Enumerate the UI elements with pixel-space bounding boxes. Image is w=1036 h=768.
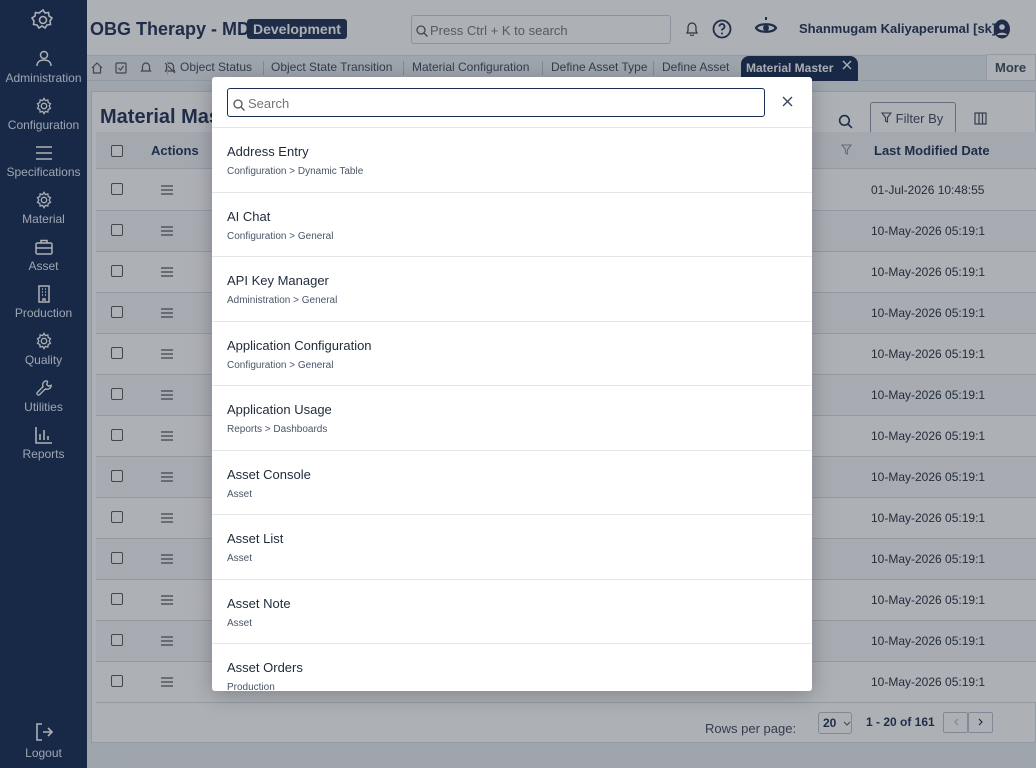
result-path: Asset bbox=[227, 617, 253, 629]
result-title: API Key Manager bbox=[227, 273, 329, 288]
search-result-item[interactable]: Asset Orders Production bbox=[212, 644, 812, 691]
result-title: AI Chat bbox=[227, 208, 271, 224]
result-title: Address Entry bbox=[227, 144, 309, 159]
result-path: Asset bbox=[227, 553, 253, 564]
result-path: Reports > Dashboards bbox=[227, 424, 328, 435]
close-icon[interactable] bbox=[782, 96, 793, 107]
result-path: Configuration > General bbox=[227, 230, 334, 242]
result-path: Administration > General bbox=[227, 295, 338, 306]
modal-search[interactable] bbox=[227, 88, 765, 117]
search-result-item[interactable]: Application Configuration Configuration >… bbox=[212, 322, 812, 386]
modal-search-input[interactable] bbox=[248, 93, 748, 113]
search-result-item[interactable]: Asset List Asset bbox=[212, 515, 812, 580]
search-result-item[interactable]: Application Usage Reports > Dashboards bbox=[212, 386, 812, 451]
search-result-item[interactable]: Asset Note Asset bbox=[212, 580, 812, 644]
result-title: Application Usage bbox=[227, 402, 332, 417]
search-result-item[interactable]: Address Entry Configuration > Dynamic Tab… bbox=[212, 128, 812, 193]
result-path: Asset bbox=[227, 488, 253, 500]
result-title: Application Configuration bbox=[227, 337, 372, 353]
quick-search-modal: Address Entry Configuration > Dynamic Tab… bbox=[212, 77, 812, 691]
search-result-item[interactable]: AI Chat Configuration > General bbox=[212, 193, 812, 257]
result-path: Configuration > General bbox=[227, 359, 334, 371]
search-results-list: Address Entry Configuration > Dynamic Tab… bbox=[212, 127, 812, 691]
search-result-item[interactable]: Asset Console Asset bbox=[212, 451, 812, 515]
search-result-item[interactable]: API Key Manager Administration > General bbox=[212, 257, 812, 322]
result-path: Configuration > Dynamic Table bbox=[227, 166, 364, 177]
search-icon bbox=[233, 99, 245, 111]
result-title: Asset Console bbox=[227, 466, 311, 482]
result-path: Production bbox=[227, 682, 275, 691]
result-title: Asset Note bbox=[227, 595, 291, 611]
result-title: Asset Orders bbox=[227, 660, 303, 675]
result-title: Asset List bbox=[227, 531, 284, 546]
